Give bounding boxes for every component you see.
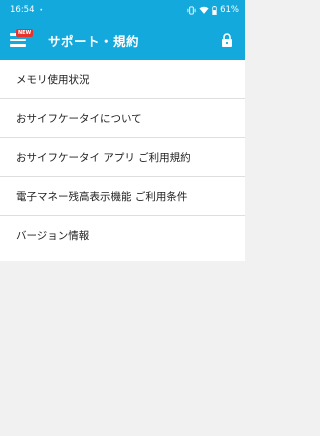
menu-item-about-osaifu[interactable]: おサイフケータイについて xyxy=(0,99,245,138)
notification-dot: • xyxy=(39,6,44,14)
app-bar: NEW サポート・規約 xyxy=(0,20,245,60)
status-bar: 16:54 • 61% xyxy=(0,0,245,20)
battery-percent: 61% xyxy=(220,5,239,15)
menu-item-label: メモリ使用状況 xyxy=(16,73,90,86)
status-time: 16:54 xyxy=(10,5,35,15)
lock-button[interactable] xyxy=(219,32,235,48)
status-icons: 61% xyxy=(187,5,239,15)
new-badge: NEW xyxy=(16,29,34,37)
vibrate-icon xyxy=(187,5,196,15)
menu-item-balance-terms[interactable]: 電子マネー残高表示機能 ご利用条件 xyxy=(0,177,245,216)
menu-item-label: バージョン情報 xyxy=(16,230,90,242)
menu-item-label: おサイフケータイ アプリ ご利用規約 xyxy=(16,151,191,164)
menu-item-app-terms[interactable]: おサイフケータイ アプリ ご利用規約 xyxy=(0,138,245,177)
wifi-icon xyxy=(199,6,209,15)
menu-button[interactable]: NEW xyxy=(10,29,34,51)
lock-icon xyxy=(222,33,232,47)
battery-icon xyxy=(212,5,217,15)
menu-item-label: おサイフケータイについて xyxy=(16,112,142,125)
menu-item-memory-usage[interactable]: メモリ使用状況 xyxy=(0,60,245,99)
status-time-group: 16:54 • xyxy=(10,5,43,15)
page-title: サポート・規約 xyxy=(48,33,140,49)
menu-item-label: 電子マネー残高表示機能 ご利用条件 xyxy=(16,190,188,203)
menu-item-version-info[interactable]: バージョン情報 xyxy=(0,216,245,255)
menu-list: メモリ使用状況 おサイフケータイについて おサイフケータイ アプリ ご利用規約 … xyxy=(0,60,245,261)
